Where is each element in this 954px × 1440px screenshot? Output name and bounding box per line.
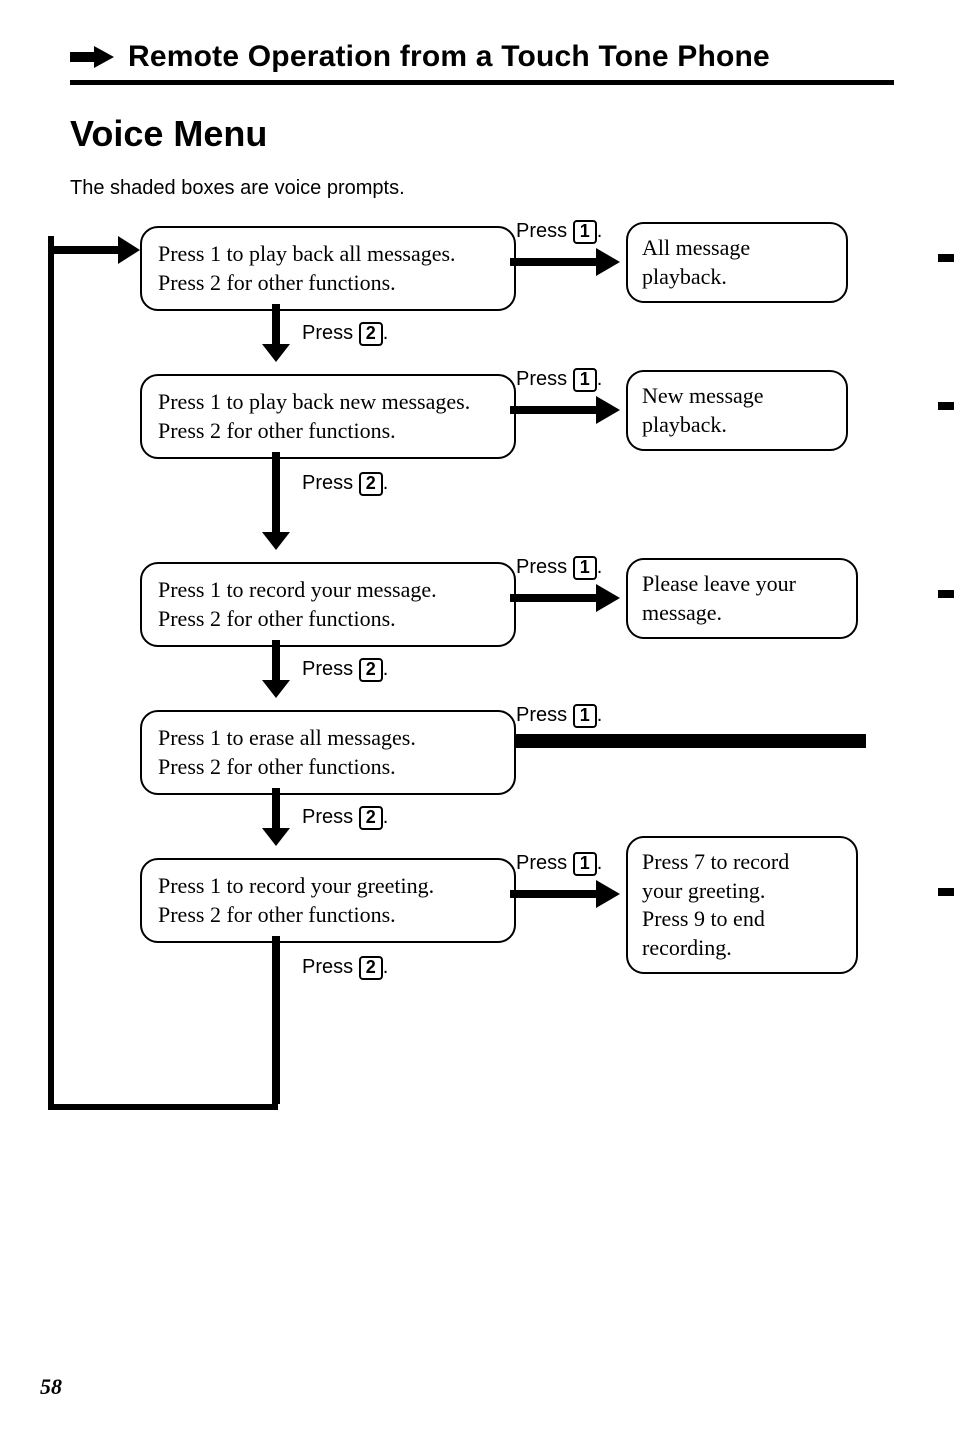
press-1-label: Press 1. bbox=[516, 852, 602, 876]
keycap-1: 1 bbox=[573, 556, 597, 580]
keycap-1: 1 bbox=[573, 220, 597, 244]
arrow-right-icon bbox=[70, 46, 114, 68]
page-number: 58 bbox=[40, 1374, 62, 1400]
arrow-down-icon bbox=[262, 788, 290, 851]
arrow-right-icon bbox=[510, 248, 620, 281]
keycap-1: 1 bbox=[573, 852, 597, 876]
result-text: Please leave your bbox=[642, 570, 842, 599]
press-1-label: Press 1. bbox=[516, 368, 602, 392]
edge-tick bbox=[938, 402, 954, 410]
result-text: recording. bbox=[642, 934, 842, 963]
prompt-text: Press 1 to record your message. bbox=[158, 576, 498, 605]
prompt-text: Press 1 to erase all messages. bbox=[158, 724, 498, 753]
edge-tick bbox=[938, 888, 954, 896]
result-text: playback. bbox=[642, 411, 832, 440]
arrow-down-icon bbox=[262, 936, 290, 1109]
keycap-2: 2 bbox=[359, 806, 383, 830]
prompt-text: Press 2 for other functions. bbox=[158, 901, 498, 930]
result-text: your greeting. bbox=[642, 877, 842, 906]
keycap-2: 2 bbox=[359, 956, 383, 980]
keycap-2: 2 bbox=[359, 658, 383, 682]
prompt-text: Press 1 to record your greeting. bbox=[158, 872, 498, 901]
loop-rail-left bbox=[48, 236, 54, 1106]
prompt-text: Press 2 for other functions. bbox=[158, 269, 498, 298]
prompt-text: Press 2 for other functions. bbox=[158, 605, 498, 634]
result-text: New message bbox=[642, 382, 832, 411]
result-box-5: Press 7 to record your greeting. Press 9… bbox=[626, 836, 858, 974]
edge-tick bbox=[938, 590, 954, 598]
press-2-label: Press 2. bbox=[302, 956, 388, 980]
keycap-2: 2 bbox=[359, 472, 383, 496]
result-text: playback. bbox=[642, 263, 832, 292]
keycap-2: 2 bbox=[359, 322, 383, 346]
prompt-box-4: Press 1 to erase all messages. Press 2 f… bbox=[140, 710, 516, 795]
arrow-down-icon bbox=[262, 452, 290, 555]
result-text: All message bbox=[642, 234, 832, 263]
erase-arrow-bar bbox=[516, 734, 866, 748]
prompt-text: Press 2 for other functions. bbox=[158, 753, 498, 782]
result-text: Press 7 to record bbox=[642, 848, 842, 877]
prompt-text: Press 2 for other functions. bbox=[158, 417, 498, 446]
section-note: The shaded boxes are voice prompts. bbox=[70, 177, 894, 200]
press-2-label: Press 2. bbox=[302, 658, 388, 682]
keycap-1: 1 bbox=[573, 704, 597, 728]
arrow-right-icon bbox=[510, 584, 620, 617]
prompt-box-5: Press 1 to record your greeting. Press 2… bbox=[140, 858, 516, 943]
arrow-down-icon bbox=[262, 304, 290, 367]
press-2-label: Press 2. bbox=[302, 322, 388, 346]
press-1-label: Press 1. bbox=[516, 556, 602, 580]
section-title: Voice Menu bbox=[70, 113, 894, 155]
prompt-text: Press 1 to play back new messages. bbox=[158, 388, 498, 417]
loop-entry-arrow-icon bbox=[48, 236, 140, 269]
arrow-right-icon bbox=[510, 880, 620, 913]
prompt-box-3: Press 1 to record your message. Press 2 … bbox=[140, 562, 516, 647]
press-2-label: Press 2. bbox=[302, 472, 388, 496]
prompt-text: Press 1 to play back all messages. bbox=[158, 240, 498, 269]
prompt-box-2: Press 1 to play back new messages. Press… bbox=[140, 374, 516, 459]
prompt-box-1: Press 1 to play back all messages. Press… bbox=[140, 226, 516, 311]
header-rule bbox=[70, 80, 894, 85]
press-1-label: Press 1. bbox=[516, 704, 602, 728]
result-box-2: New message playback. bbox=[626, 370, 848, 451]
loop-rail-bottom bbox=[48, 1104, 278, 1110]
arrow-right-icon bbox=[510, 396, 620, 429]
edge-tick bbox=[938, 254, 954, 262]
press-2-label: Press 2. bbox=[302, 806, 388, 830]
voice-menu-diagram: Press 1 to play back all messages. Press… bbox=[70, 226, 894, 1126]
result-box-1: All message playback. bbox=[626, 222, 848, 303]
page-header-title: Remote Operation from a Touch Tone Phone bbox=[128, 40, 770, 74]
result-text: message. bbox=[642, 599, 842, 628]
press-1-label: Press 1. bbox=[516, 220, 602, 244]
result-box-3: Please leave your message. bbox=[626, 558, 858, 639]
result-text: Press 9 to end bbox=[642, 905, 842, 934]
arrow-down-icon bbox=[262, 640, 290, 703]
keycap-1: 1 bbox=[573, 368, 597, 392]
